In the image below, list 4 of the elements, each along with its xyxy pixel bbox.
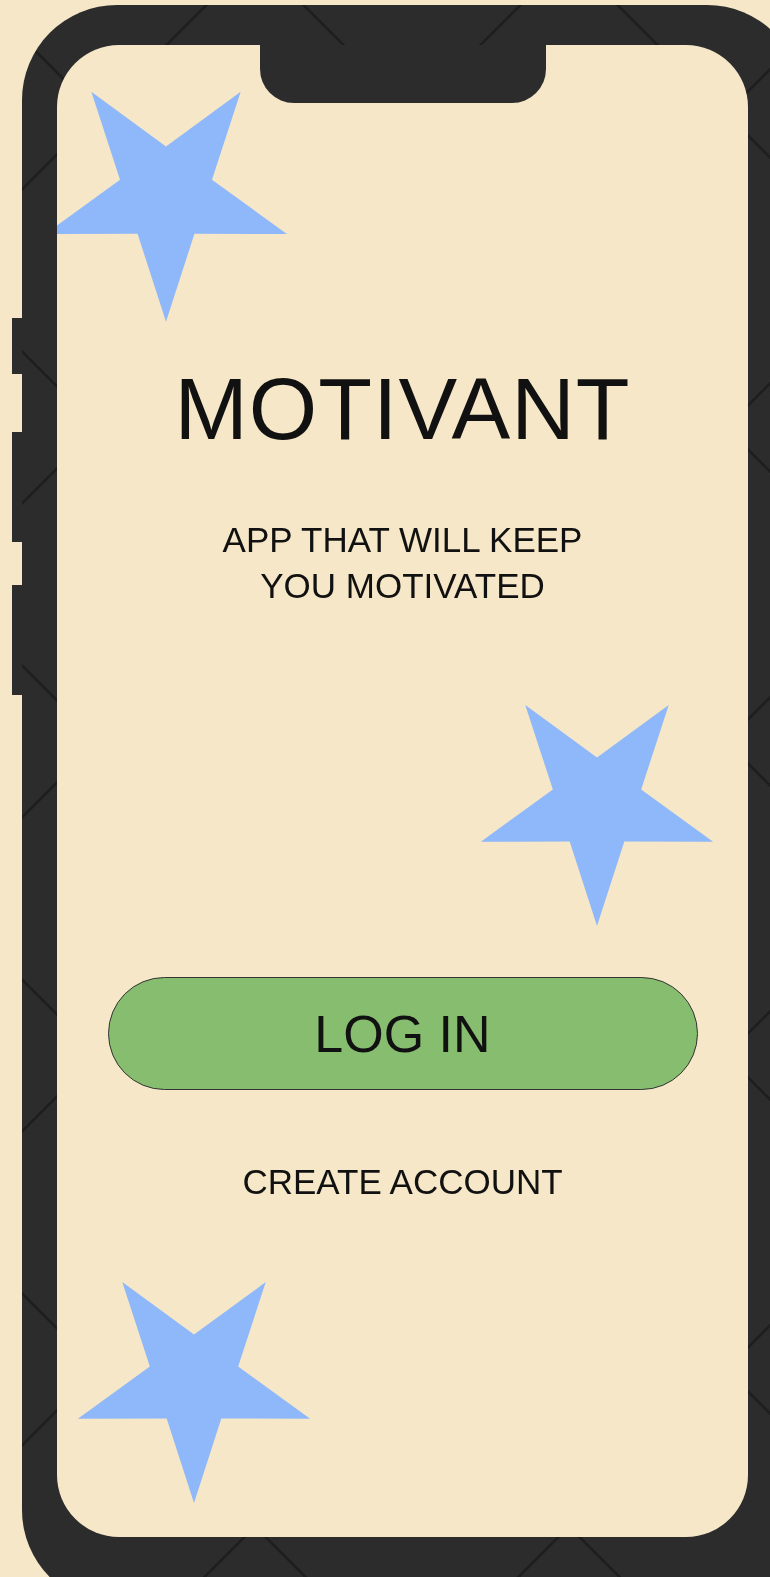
app-tagline: APP THAT WILL KEEP YOU MOTIVATED [221,519,584,607]
app-title: MOTIVANT [174,365,631,453]
login-button[interactable]: LOG IN [107,977,698,1090]
create-account-link[interactable]: CREATE ACCOUNT [236,1160,569,1204]
